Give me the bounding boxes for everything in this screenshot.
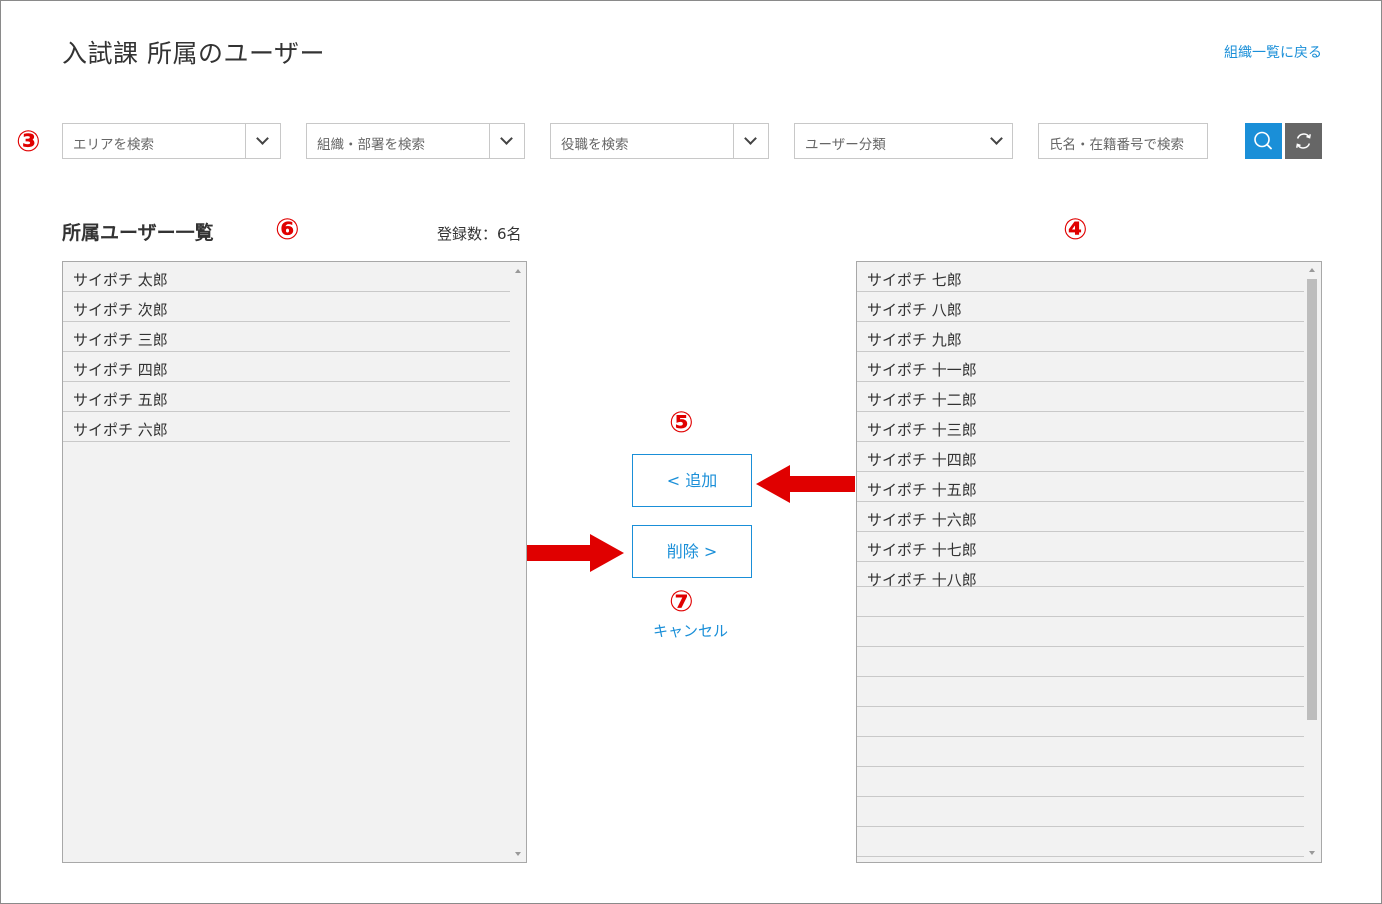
position-filter[interactable]: 役職を検索 [550,123,769,159]
empty-row [857,617,1304,647]
empty-row [857,797,1304,827]
search-icon [1254,131,1272,150]
member-item[interactable]: サイポチ 四郎 [63,352,510,382]
candidate-item[interactable]: サイポチ 十五郎 [857,472,1304,502]
chevron-down-icon [256,132,269,145]
position-filter-placeholder: 役職を検索 [561,137,629,153]
candidate-item[interactable]: サイポチ 十一郎 [857,352,1304,382]
empty-row [857,707,1304,737]
candidate-item[interactable]: サイポチ 七郎 [857,262,1304,292]
empty-row [857,767,1304,797]
area-filter[interactable]: エリアを検索 [62,123,281,159]
marker-member-list: ⑥ [275,212,300,246]
department-filter-placeholder: 組織・部署を検索 [317,137,425,153]
reset-button[interactable] [1285,123,1322,159]
name-search-input[interactable]: 氏名・在籍番号で検索 [1038,123,1208,159]
department-dropdown-toggle[interactable] [489,124,524,158]
member-count: 登録数：6名 [437,225,522,243]
scrollbar-thumb[interactable] [1307,279,1317,720]
search-button[interactable] [1245,123,1282,159]
member-item[interactable]: サイポチ 三郎 [63,322,510,352]
scroll-down-arrow[interactable] [1309,851,1315,855]
marker-filters: ③ [16,124,41,158]
candidate-item[interactable]: サイポチ 八郎 [857,292,1304,322]
refresh-icon [1296,133,1311,149]
candidate-list[interactable]: サイポチ 七郎 サイポチ 八郎 サイポチ 九郎 サイポチ 十一郎 サイポチ 十二… [856,261,1322,863]
department-filter[interactable]: 組織・部署を検索 [306,123,525,159]
remove-button[interactable]: 削除 > [632,525,752,578]
empty-row [857,587,1304,617]
empty-row [857,647,1304,677]
empty-row [857,737,1304,767]
back-to-organizations-link[interactable]: 組織一覧に戻る [1224,42,1322,62]
member-item[interactable]: サイポチ 五郎 [63,382,510,412]
candidate-item[interactable]: サイポチ 十四郎 [857,442,1304,472]
user-type-select[interactable]: ユーザー分類 [794,123,1013,159]
marker-candidate-list: ④ [1063,212,1088,246]
cancel-link[interactable]: キャンセル [653,620,728,641]
arrow-left-icon [756,465,855,503]
member-list-title: 所属ユーザー一覧 [62,222,214,244]
member-item[interactable]: サイポチ 次郎 [63,292,510,322]
empty-row [857,827,1304,857]
user-type-select-value: ユーザー分類 [805,137,886,153]
chevron-down-icon [990,132,1003,145]
scroll-down-arrow[interactable] [515,852,521,856]
candidate-item[interactable]: サイポチ 九郎 [857,322,1304,352]
marker-add: ⑤ [669,405,694,439]
position-dropdown-toggle[interactable] [733,124,768,158]
arrow-right-icon [527,534,624,572]
chevron-down-icon [500,132,513,145]
area-filter-placeholder: エリアを検索 [73,137,154,153]
chevron-down-icon [744,132,757,145]
member-item[interactable]: サイポチ 太郎 [63,262,510,292]
candidate-item[interactable]: サイポチ 十八郎 [857,562,1304,589]
candidate-item[interactable]: サイポチ 十七郎 [857,532,1304,562]
member-list[interactable]: サイポチ 太郎 サイポチ 次郎 サイポチ 三郎 サイポチ 四郎 サイポチ 五郎 … [62,261,527,863]
scroll-up-arrow[interactable] [515,269,521,273]
candidate-item[interactable]: サイポチ 十二郎 [857,382,1304,412]
candidate-item[interactable]: サイポチ 十六郎 [857,502,1304,532]
add-button[interactable]: < 追加 [632,454,752,507]
empty-row [857,677,1304,707]
page-title: 入試課 所属のユーザー [62,39,325,68]
scroll-up-arrow[interactable] [1309,268,1315,272]
candidate-item[interactable]: サイポチ 十三郎 [857,412,1304,442]
member-item[interactable]: サイポチ 六郎 [63,412,510,442]
name-search-placeholder: 氏名・在籍番号で検索 [1049,137,1184,153]
marker-remove: ⑦ [669,584,694,618]
area-dropdown-toggle[interactable] [245,124,280,158]
